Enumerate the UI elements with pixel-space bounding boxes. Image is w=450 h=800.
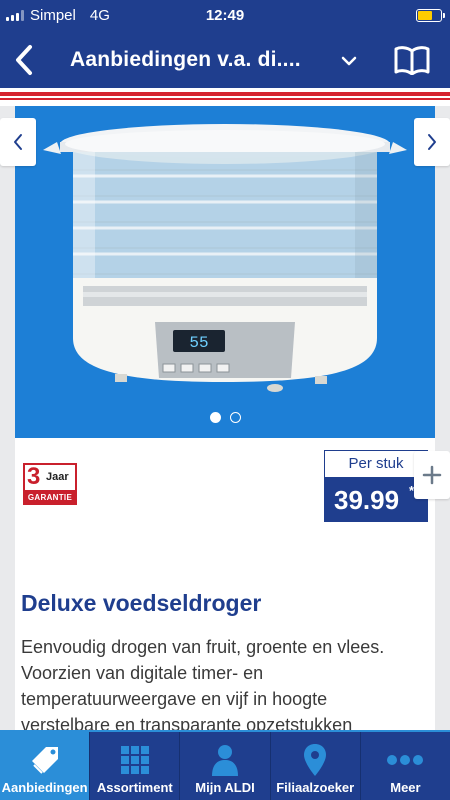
content-area: 55 3 Jaar GARANTIE Per stuk 39.99 * Delu…	[0, 106, 450, 730]
title-dropdown-button[interactable]	[336, 48, 362, 74]
tab-label: Aanbiedingen	[1, 780, 88, 795]
tab-filiaalzoeker[interactable]: Filiaalzoeker	[271, 732, 361, 800]
display-readout: 55	[189, 334, 208, 352]
nav-bar: Aanbiedingen v.a. di....	[0, 32, 450, 88]
carousel-pagination	[15, 412, 435, 423]
brand-stripe	[0, 88, 450, 106]
chevron-left-icon	[16, 45, 32, 75]
tab-label: Assortiment	[96, 780, 173, 795]
guarantee-badge: 3 Jaar GARANTIE	[23, 463, 77, 505]
tab-label: Meer	[390, 780, 421, 795]
tab-bar: Aanbiedingen Assortiment Mijn ALDI Filia…	[0, 730, 450, 800]
tab-assortiment[interactable]: Assortiment	[90, 732, 181, 800]
tab-label: Filiaalzoeker	[276, 780, 355, 795]
carousel-next-button[interactable]	[414, 118, 450, 166]
battery-icon	[416, 9, 445, 22]
tab-mijn-aldi[interactable]: Mijn ALDI	[180, 732, 271, 800]
chevron-left-icon	[14, 134, 22, 150]
price-unit: Per stuk	[324, 450, 428, 478]
tab-aanbiedingen[interactable]: Aanbiedingen	[0, 732, 91, 800]
add-to-list-button[interactable]	[414, 451, 450, 499]
tag-icon	[31, 747, 58, 774]
guarantee-unit: Jaar	[46, 471, 69, 483]
guarantee-label: GARANTIE	[23, 490, 77, 505]
location-pin-icon	[304, 744, 327, 776]
chevron-right-icon	[428, 134, 436, 150]
product-image-carousel[interactable]: 55	[15, 106, 435, 438]
tab-meer[interactable]: Meer	[361, 732, 450, 800]
back-button[interactable]	[6, 40, 42, 80]
app-header: Simpel 4G 12:49 Aanbiedingen v.a. di....	[0, 0, 450, 88]
food-dehydrator-image: 55	[43, 124, 407, 392]
page-title[interactable]: Aanbiedingen v.a. di....	[70, 48, 301, 72]
person-icon	[212, 745, 238, 776]
price-value: 39.99	[334, 485, 400, 515]
price-tag: 39.99 *	[324, 478, 428, 522]
book-icon	[394, 46, 430, 75]
status-time: 12:49	[205, 7, 245, 24]
product-title: Deluxe voedseldroger	[21, 590, 262, 616]
chevron-down-icon	[341, 56, 357, 66]
carousel-dot[interactable]	[229, 412, 241, 423]
product-card: 55 3 Jaar GARANTIE Per stuk 39.99 * Delu…	[15, 106, 435, 730]
guarantee-years: 3	[27, 463, 41, 490]
brochure-button[interactable]	[392, 42, 432, 78]
status-bar: Simpel 4G 12:49	[0, 0, 450, 32]
product-description: Eenvoudig drogen van fruit, groente en v…	[21, 637, 385, 730]
grid-icon	[120, 746, 149, 774]
more-dots-icon	[387, 755, 424, 765]
tab-label: Mijn ALDI	[195, 780, 255, 795]
carousel-prev-button[interactable]	[0, 118, 36, 166]
carousel-dot-active[interactable]	[209, 412, 221, 423]
plus-icon	[422, 465, 442, 485]
